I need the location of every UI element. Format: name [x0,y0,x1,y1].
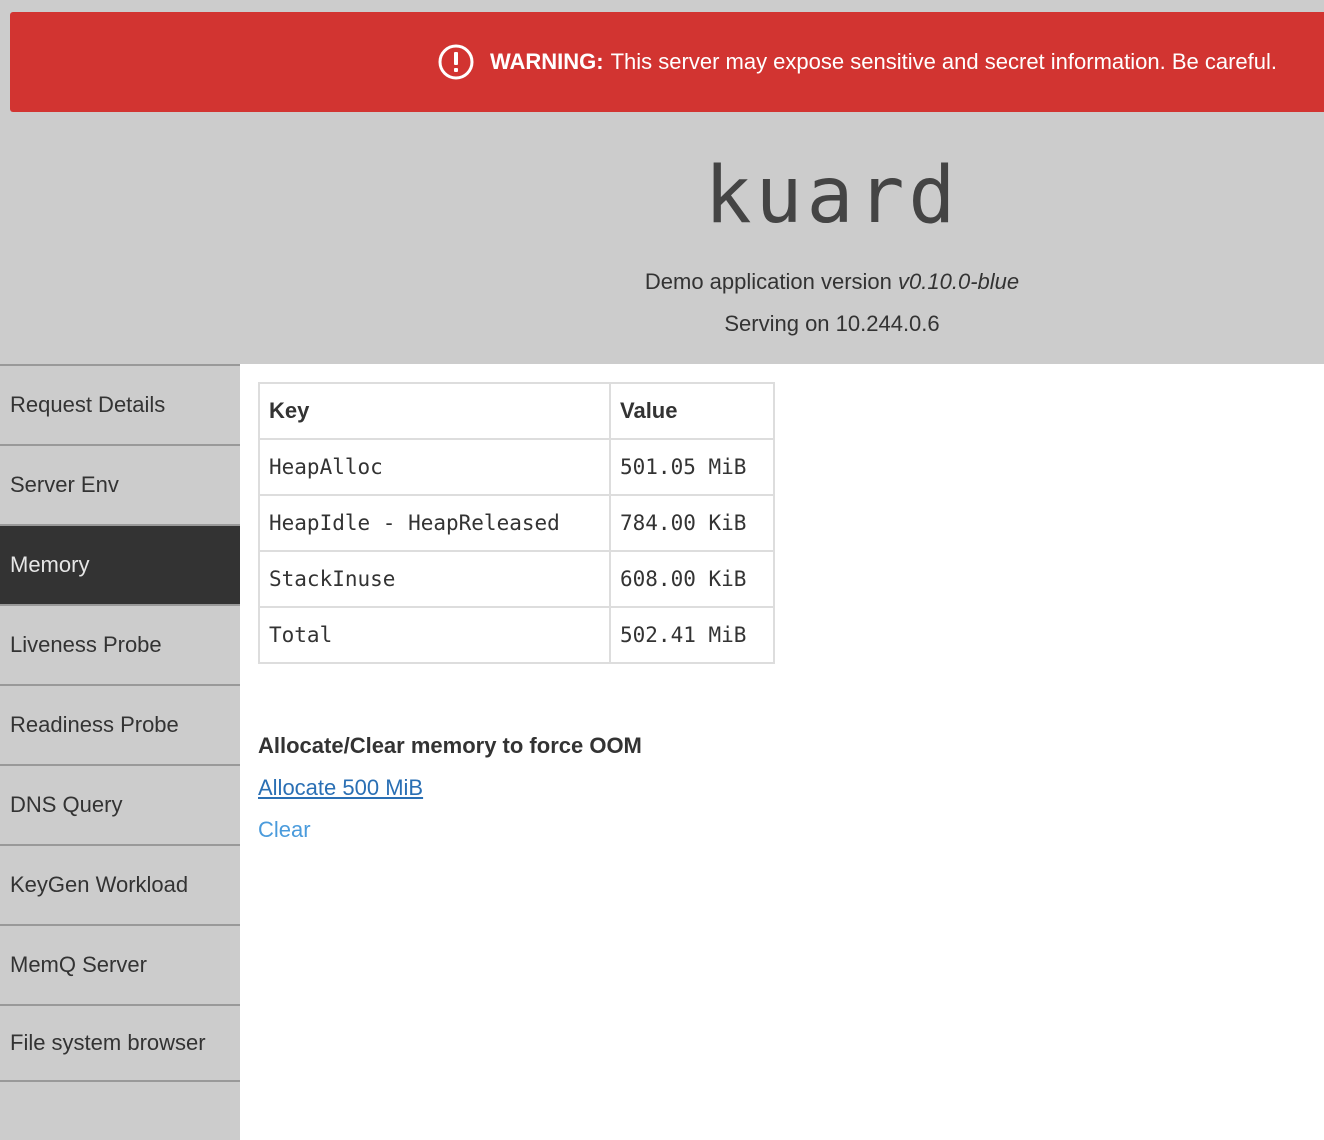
version-line: Demo application version v0.10.0-blue [0,267,1324,297]
allocate-memory-link[interactable]: Allocate 500 MiB [258,773,423,803]
memory-panel: Key Value HeapAlloc 501.05 MiB HeapIdle … [258,382,775,664]
version-prefix: Demo application version [644,269,892,294]
sidebar-item-memory[interactable]: Memory [0,524,240,604]
table-row: Total 502.41 MiB [258,606,775,664]
header: WARNING: This server may expose sensitiv… [0,0,1324,364]
table-cell-key: StackInuse [258,550,611,608]
table-row: HeapIdle - HeapReleased 784.00 KiB [258,494,775,552]
table-cell-value: 608.00 KiB [609,550,775,608]
table-row: StackInuse 608.00 KiB [258,550,775,608]
warning-banner: WARNING: This server may expose sensitiv… [10,12,1324,112]
alert-circle-icon [438,44,474,80]
sidebar-item-dns-query[interactable]: DNS Query [0,764,240,844]
column-header-value: Value [609,382,775,440]
clear-memory-link[interactable]: Clear [258,815,311,845]
table-cell-value: 501.05 MiB [609,438,775,496]
page: WARNING: This server may expose sensitiv… [0,0,1324,1140]
sidebar: Request Details Server Env Memory Livene… [0,364,240,1140]
sidebar-item-keygen-workload[interactable]: KeyGen Workload [0,844,240,924]
sidebar-item-readiness-probe[interactable]: Readiness Probe [0,684,240,764]
table-cell-value: 502.41 MiB [609,606,775,664]
table-cell-key: Total [258,606,611,664]
memory-table: Key Value HeapAlloc 501.05 MiB HeapIdle … [258,382,775,664]
warning-message: This server may expose sensitive and sec… [610,49,1277,74]
sidebar-item-server-env[interactable]: Server Env [0,444,240,524]
version-tag: v0.10.0-blue [898,269,1020,294]
table-cell-key: HeapIdle - HeapReleased [258,494,611,552]
sidebar-item-liveness-probe[interactable]: Liveness Probe [0,604,240,684]
serving-address: Serving on 10.244.0.6 [724,311,940,336]
table-cell-value: 784.00 KiB [609,494,775,552]
oom-heading: Allocate/Clear memory to force OOM [258,733,642,758]
warning-label: WARNING: [489,49,604,74]
table-header-row: Key Value [258,382,775,440]
column-header-key: Key [258,382,611,440]
sidebar-item-file-system-browser[interactable]: File system browser [0,1004,240,1082]
sidebar-item-memq-server[interactable]: MemQ Server [0,924,240,1004]
table-row: HeapAlloc 501.05 MiB [258,438,775,496]
app-title: kuard [704,151,960,241]
sidebar-item-request-details[interactable]: Request Details [0,364,240,444]
table-cell-key: HeapAlloc [258,438,611,496]
